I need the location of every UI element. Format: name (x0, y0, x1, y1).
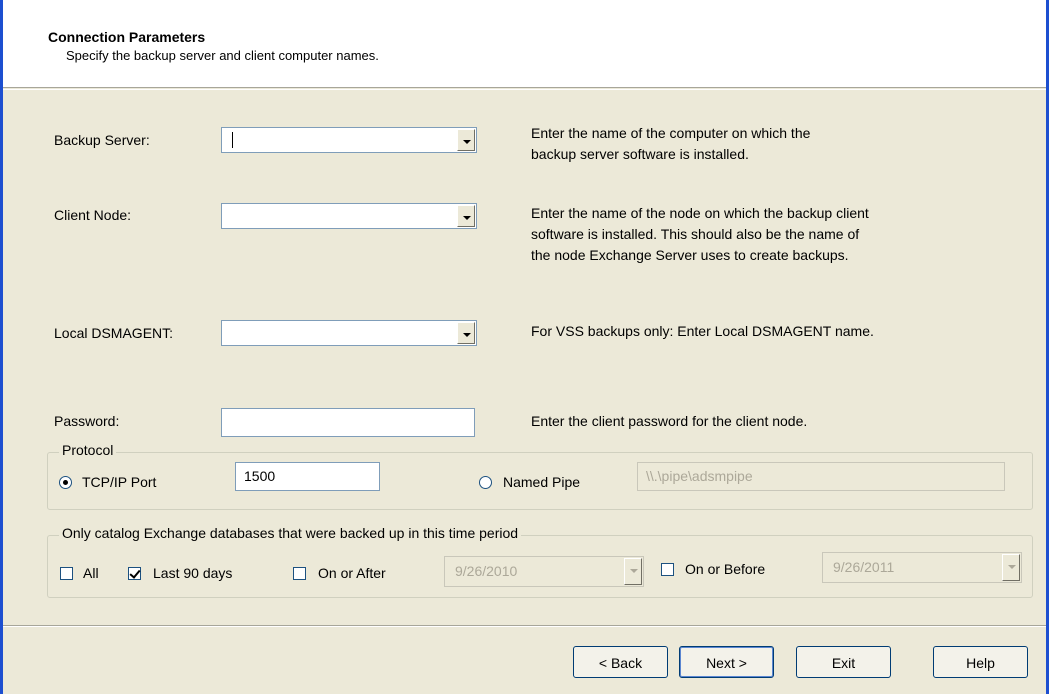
on-or-after-date-value: 9/26/2010 (455, 563, 518, 579)
back-button[interactable]: < Back (573, 646, 668, 678)
last-90-days-checkbox[interactable] (128, 567, 141, 580)
all-checkbox[interactable] (60, 567, 73, 580)
named-pipe-label[interactable]: Named Pipe (503, 474, 580, 490)
password-field[interactable] (221, 408, 475, 437)
password-label: Password: (54, 413, 120, 429)
on-or-after-date-picker[interactable]: 9/26/2010 (444, 556, 644, 587)
client-node-combo[interactable] (221, 203, 477, 229)
backup-server-description: Enter the name of the computer on which … (531, 123, 810, 165)
catalog-period-group-label: Only catalog Exchange databases that wer… (59, 525, 522, 541)
named-pipe-field[interactable]: \\.\pipe\adsmpipe (637, 462, 1005, 491)
client-node-desc-line1: Enter the name of the node on which the … (531, 205, 869, 221)
backup-server-desc-line2: backup server software is installed. (531, 146, 749, 162)
local-dsmagent-combo[interactable] (221, 320, 477, 346)
next-button[interactable]: Next > (679, 646, 774, 678)
password-description: Enter the client password for the client… (531, 413, 808, 429)
on-or-before-checkbox[interactable] (661, 563, 674, 576)
tcpip-port-value: 1500 (244, 468, 276, 484)
backup-server-desc-line1: Enter the name of the computer on which … (531, 125, 811, 141)
exit-button[interactable]: Exit (796, 646, 891, 678)
client-node-description: Enter the name of the node on which the … (531, 203, 869, 266)
wizard-header: Connection Parameters Specify the backup… (3, 0, 1046, 88)
text-cursor (232, 132, 233, 148)
wizard-window: Connection Parameters Specify the backup… (0, 0, 1049, 694)
footer-divider (3, 625, 1046, 627)
on-or-before-date-value: 9/26/2011 (833, 559, 895, 575)
chevron-down-icon[interactable] (457, 205, 475, 227)
chevron-down-icon[interactable] (457, 322, 475, 344)
header-divider (3, 89, 1046, 90)
page-subtitle: Specify the backup server and client com… (66, 48, 379, 63)
local-dsmagent-label: Local DSMAGENT: (54, 325, 174, 341)
page-title: Connection Parameters (48, 29, 206, 45)
local-dsmagent-description: For VSS backups only: Enter Local DSMAGE… (531, 323, 874, 339)
chevron-down-icon[interactable] (457, 129, 475, 151)
backup-server-combo[interactable] (221, 127, 477, 153)
tcpip-radio[interactable] (59, 476, 72, 489)
protocol-group-label: Protocol (59, 442, 117, 458)
chevron-down-icon[interactable] (1002, 554, 1020, 581)
on-or-after-checkbox[interactable] (293, 567, 306, 580)
help-button[interactable]: Help (933, 646, 1028, 678)
client-node-desc-line2: software is installed. This should also … (531, 226, 860, 242)
on-or-after-label[interactable]: On or After (318, 565, 386, 581)
tcpip-label[interactable]: TCP/IP Port (82, 474, 156, 490)
on-or-before-date-picker[interactable]: 9/26/2011 (822, 552, 1022, 583)
client-node-desc-line3: the node Exchange Server uses to create … (531, 247, 849, 263)
named-pipe-value: \\.\pipe\adsmpipe (646, 468, 753, 484)
chevron-down-icon[interactable] (624, 558, 642, 585)
tcpip-port-field[interactable]: 1500 (235, 462, 380, 491)
on-or-before-label[interactable]: On or Before (685, 561, 765, 577)
all-label[interactable]: All (83, 565, 99, 581)
client-node-label: Client Node: (54, 207, 132, 223)
backup-server-label: Backup Server: (54, 132, 150, 148)
named-pipe-radio[interactable] (479, 476, 492, 489)
last-90-days-label[interactable]: Last 90 days (153, 565, 232, 581)
